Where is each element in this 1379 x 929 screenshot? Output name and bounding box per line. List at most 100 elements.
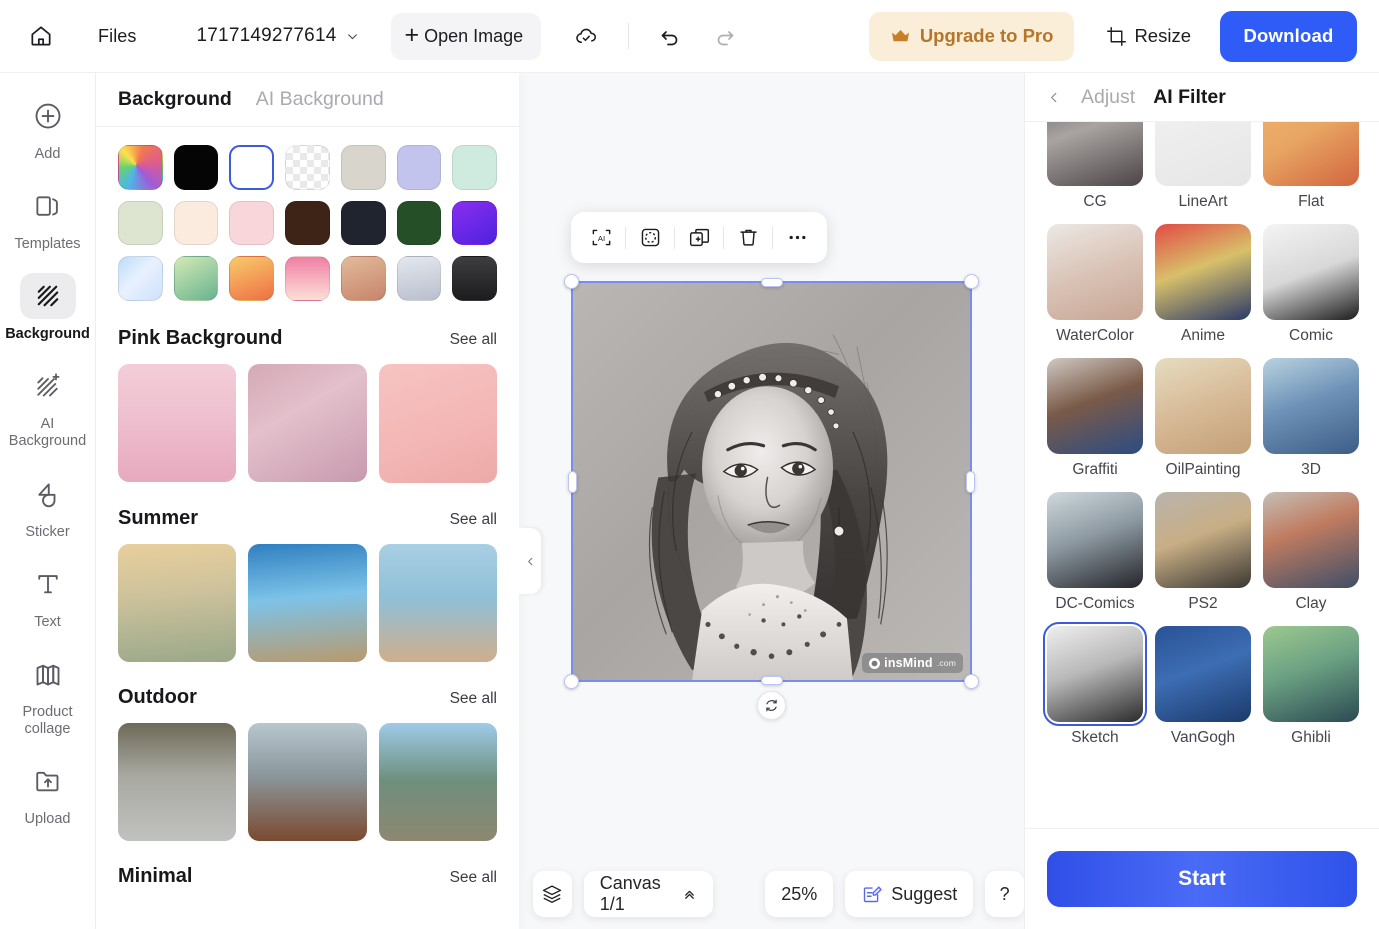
thumb-mountain-forest-ledge[interactable] <box>378 722 497 842</box>
swatch-blush-pink[interactable] <box>229 200 275 246</box>
start-button[interactable]: Start <box>1047 851 1357 907</box>
rail-item-background[interactable]: Background <box>5 265 90 349</box>
filter-cg[interactable]: CG <box>1047 122 1143 220</box>
resize-handle-top-right[interactable] <box>964 274 979 289</box>
see-all-link[interactable]: See all <box>450 331 497 349</box>
swatch-violet[interactable] <box>452 200 498 246</box>
suggest-button[interactable]: Suggest <box>845 871 974 917</box>
swatch-sage[interactable] <box>118 200 163 246</box>
filter-graffiti[interactable]: Graffiti <box>1047 358 1143 488</box>
swatch-dark-brown[interactable] <box>285 200 330 246</box>
filter-sketch[interactable]: Sketch <box>1043 622 1147 756</box>
panel-collapse-toggle[interactable] <box>519 528 541 594</box>
thumb-pink-petals-podium[interactable] <box>118 364 237 483</box>
swatch-mint[interactable] <box>452 145 498 190</box>
cloud-saved-icon[interactable] <box>571 21 601 51</box>
swatch-black[interactable] <box>173 145 219 190</box>
swatch-rainbow-picker[interactable] <box>118 145 163 190</box>
swatch-midnight-navy[interactable] <box>340 200 386 246</box>
swatch-silver-gradient[interactable] <box>396 256 442 302</box>
tab-background[interactable]: Background <box>118 88 232 111</box>
rail-item-templates[interactable]: Templates <box>6 175 90 259</box>
resize-handle-bottom[interactable] <box>760 676 783 685</box>
rail-item-product-collage[interactable]: Product collage <box>6 643 90 744</box>
filter-flat[interactable]: Flat <box>1263 122 1359 220</box>
thumb-pool-water-deck[interactable] <box>248 543 367 662</box>
swatch-terracotta-gradient[interactable] <box>340 256 386 302</box>
resize-handle-left[interactable] <box>568 470 577 493</box>
rail-item-ai-background[interactable]: AI Background <box>6 355 90 456</box>
filter-thumbnail <box>1155 358 1251 454</box>
filter-3d[interactable]: 3D <box>1263 358 1359 488</box>
duplicate-tool-button[interactable] <box>675 218 723 258</box>
canvas-page-selector[interactable]: Canvas 1/1 <box>583 871 713 917</box>
swatch-sky-blue-gradient[interactable] <box>118 256 163 302</box>
thumb-coastal-cliff-deck[interactable] <box>248 722 367 842</box>
thumb-wet-cobblestone-street[interactable] <box>118 722 237 842</box>
background-panel-scroll[interactable]: Pink Background See all Summer See all Outdo… <box>96 127 519 929</box>
undo-icon[interactable] <box>656 22 684 50</box>
files-menu[interactable]: Files <box>98 26 137 47</box>
rail-item-text[interactable]: Text <box>6 553 90 637</box>
swatch-green-gradient[interactable] <box>173 256 219 302</box>
swatch-transparent[interactable] <box>285 145 330 190</box>
filter-anime[interactable]: Anime <box>1155 224 1251 354</box>
thumb-pink-tulips[interactable] <box>378 364 497 483</box>
filter-clay[interactable]: Clay <box>1263 492 1359 622</box>
rail-item-add[interactable]: Add <box>6 85 90 169</box>
cutout-tool-button[interactable] <box>626 218 674 258</box>
delete-tool-button[interactable] <box>724 218 772 258</box>
help-button[interactable]: ? <box>985 871 1024 917</box>
filename-dropdown[interactable]: 1717149277614 <box>197 25 359 47</box>
download-button[interactable]: Download <box>1220 10 1357 62</box>
filter-oilpainting[interactable]: OilPainting <box>1155 358 1251 488</box>
swatch-orange-gradient[interactable] <box>229 256 275 302</box>
resize-handle-top-left[interactable] <box>564 274 579 289</box>
see-all-link[interactable]: See all <box>450 869 497 887</box>
thumb-tropical-beach-podium[interactable] <box>118 543 237 662</box>
resize-button[interactable]: Resize <box>1106 25 1191 47</box>
thumb-sand-sea-sky[interactable] <box>378 543 497 662</box>
rotate-icon[interactable] <box>757 691 786 720</box>
canvas-area[interactable]: AI insMind .com Canvas 1/1 25% Suggest ? <box>519 73 1024 929</box>
filter-watercolor[interactable]: WaterColor <box>1047 224 1143 354</box>
more-tool-button[interactable] <box>773 218 821 258</box>
resize-handle-bottom-left[interactable] <box>564 674 579 689</box>
thumb-pink-curtain-window[interactable] <box>248 364 367 483</box>
redo-icon[interactable] <box>711 22 739 50</box>
tab-ai-filter[interactable]: AI Filter <box>1153 86 1226 109</box>
resize-handle-bottom-right[interactable] <box>964 674 979 689</box>
rail-label: Add <box>34 146 61 162</box>
layers-button[interactable] <box>533 871 572 917</box>
rail-item-upload[interactable]: Upload <box>6 750 90 834</box>
rail-item-sticker[interactable]: Sticker <box>6 463 90 547</box>
filter-ghibli[interactable]: Ghibli <box>1263 626 1359 756</box>
chevron-left-icon[interactable] <box>1047 88 1063 106</box>
swatch-pink-gradient[interactable] <box>285 256 330 302</box>
swatch-white[interactable] <box>229 145 275 190</box>
see-all-link[interactable]: See all <box>450 511 497 529</box>
home-icon[interactable] <box>26 21 56 51</box>
filter-thumbnail <box>1263 492 1359 588</box>
swatch-warm-grey[interactable] <box>340 145 386 190</box>
resize-handle-right[interactable] <box>966 470 975 493</box>
swatch-forest-green[interactable] <box>396 200 442 246</box>
filter-lineart[interactable]: LineArt <box>1155 122 1251 220</box>
filter-dc-comics[interactable]: DC-Comics <box>1047 492 1143 622</box>
open-image-button[interactable]: + Open Image <box>390 12 542 60</box>
selected-object-frame[interactable]: insMind .com <box>564 274 979 689</box>
tab-ai-background[interactable]: AI Background <box>256 88 384 111</box>
swatch-periwinkle[interactable] <box>396 145 442 190</box>
ai-tool-button[interactable]: AI <box>577 218 625 258</box>
swatch-charcoal-gradient[interactable] <box>452 256 498 302</box>
zoom-level-button[interactable]: 25% <box>765 871 834 917</box>
filter-ps2[interactable]: PS2 <box>1155 492 1251 622</box>
resize-handle-top[interactable] <box>760 278 783 287</box>
filter-comic[interactable]: Comic <box>1263 224 1359 354</box>
ai-filter-scroll[interactable]: CG LineArt Flat WaterColor Anime Comic Graffit… <box>1025 122 1379 828</box>
tab-adjust[interactable]: Adjust <box>1081 86 1135 109</box>
filter-vangogh[interactable]: VanGogh <box>1155 626 1251 756</box>
see-all-link[interactable]: See all <box>450 690 497 708</box>
upgrade-to-pro-button[interactable]: Upgrade to Pro <box>868 11 1075 61</box>
swatch-cream[interactable] <box>173 200 219 246</box>
